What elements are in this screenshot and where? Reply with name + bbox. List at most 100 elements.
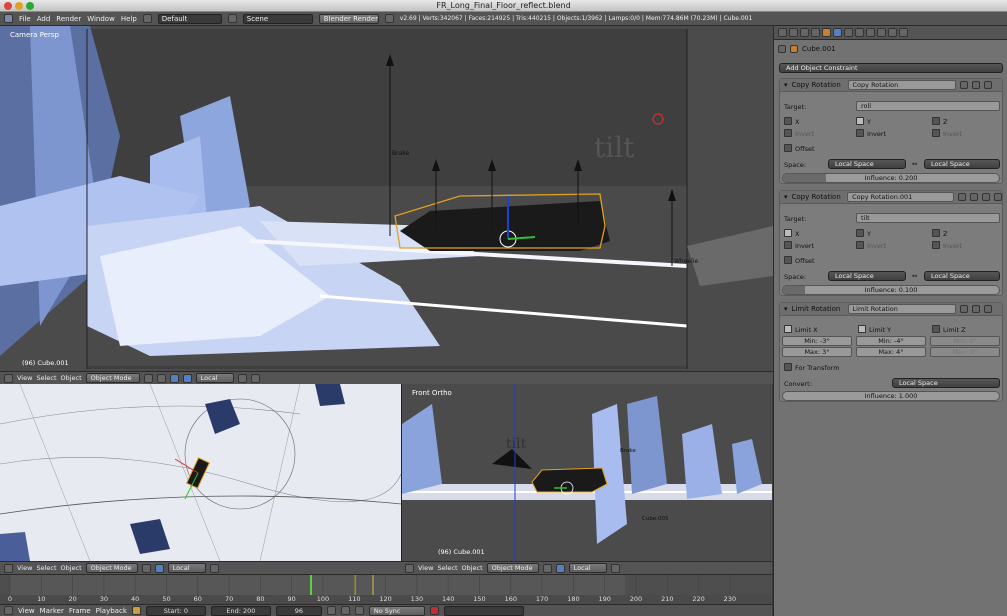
checkbox-y[interactable] (856, 229, 864, 237)
constraint-name-field[interactable]: Limit Rotation (847, 304, 956, 314)
particles-tab-icon[interactable] (888, 28, 897, 37)
zoom-window-icon[interactable] (26, 2, 34, 10)
min-x-field[interactable]: Min: -3° (782, 336, 852, 346)
expand-icon[interactable]: ▾ (784, 81, 788, 89)
top-menu-select[interactable]: Select (36, 564, 56, 572)
checkbox-y[interactable] (856, 117, 864, 125)
current-frame-field[interactable]: 96 (275, 605, 322, 616)
for-transform-checkbox[interactable] (784, 363, 792, 371)
timeline-menu-view[interactable]: View (18, 607, 35, 615)
render-preview-icon[interactable] (250, 373, 260, 383)
sync-select[interactable]: No Sync (368, 605, 425, 616)
invert-z-checkbox[interactable] (932, 241, 940, 249)
layout-field[interactable]: Default (157, 13, 222, 24)
owner-space-select[interactable]: Local Space (828, 159, 906, 169)
play-icon[interactable] (340, 606, 350, 615)
visibility-icon[interactable] (959, 81, 968, 89)
scene-field[interactable]: Scene (242, 13, 313, 24)
data-tab-icon[interactable] (855, 28, 864, 37)
front-orientation-select[interactable]: Local (568, 563, 607, 573)
keying-set-field[interactable] (443, 605, 524, 616)
menu-render[interactable]: Render (56, 15, 81, 23)
manipulator-icon[interactable] (169, 373, 179, 383)
target-field[interactable]: tilt (856, 213, 1000, 223)
move-up-icon[interactable] (970, 193, 979, 201)
record-icon[interactable] (429, 606, 439, 615)
shading-icon[interactable] (143, 373, 153, 383)
world-tab-icon[interactable] (811, 28, 820, 37)
scene-tab-icon[interactable] (800, 28, 809, 37)
front-mode-select[interactable]: Object Mode (486, 563, 539, 573)
render-tab-icon[interactable] (789, 28, 798, 37)
close-window-icon[interactable] (4, 2, 12, 10)
3d-viewport-top[interactable] (0, 384, 401, 561)
top-layers-icon[interactable] (209, 563, 219, 573)
checkbox-z[interactable] (932, 117, 940, 125)
timeline-menu-frame[interactable]: Frame (69, 607, 91, 615)
max-x-field[interactable]: Max: 3° (782, 347, 852, 357)
object-tab-icon[interactable] (822, 28, 831, 37)
menu-file[interactable]: File (19, 15, 31, 23)
invert-y-checkbox[interactable] (856, 241, 864, 249)
constraints-tab-icon[interactable] (833, 28, 842, 37)
editor-type-icon[interactable] (4, 14, 13, 23)
min-z-field[interactable]: Min: 0° (930, 336, 1000, 346)
menu-add[interactable]: Add (37, 15, 51, 23)
timeline-menu-marker[interactable]: Marker (40, 607, 64, 615)
menu-object[interactable]: Object (61, 374, 82, 382)
jump-start-icon[interactable] (326, 606, 336, 615)
limit-y-checkbox[interactable] (858, 325, 866, 333)
physics-tab-icon[interactable] (899, 28, 908, 37)
screen-layout-icon[interactable] (142, 14, 152, 23)
offset-checkbox[interactable] (784, 256, 792, 264)
offset-checkbox[interactable] (784, 144, 792, 152)
mode-select[interactable]: Object Mode (85, 373, 140, 383)
top-manipulator-icon[interactable] (154, 563, 164, 573)
front-editor-icon[interactable] (405, 563, 414, 573)
checkbox-x[interactable] (784, 229, 792, 237)
delete-constraint-icon[interactable] (983, 81, 992, 89)
menu-help[interactable]: Help (121, 15, 137, 23)
invert-x-checkbox[interactable] (784, 129, 792, 137)
delete-constraint-icon[interactable] (994, 193, 1003, 201)
expand-icon[interactable]: ▾ (784, 305, 788, 313)
front-manipulator-icon[interactable] (555, 563, 565, 573)
top-shading-icon[interactable] (141, 563, 151, 573)
material-tab-icon[interactable] (866, 28, 875, 37)
end-frame-field[interactable]: End: 200 (210, 605, 271, 616)
influence-slider[interactable]: Influence: 1.000 (782, 391, 1000, 401)
move-up-icon[interactable] (971, 305, 980, 313)
target-field[interactable]: roll (856, 101, 1000, 111)
max-y-field[interactable]: Max: 4° (856, 347, 926, 357)
constraint-name-field[interactable]: Copy Rotation (847, 80, 956, 90)
limit-x-checkbox[interactable] (784, 325, 792, 333)
move-up-icon[interactable] (971, 81, 980, 89)
top-mode-select[interactable]: Object Mode (85, 563, 138, 573)
constraint-name-field[interactable]: Copy Rotation.001 (847, 192, 955, 202)
top-orientation-select[interactable]: Local (167, 563, 206, 573)
move-down-icon[interactable] (982, 193, 991, 201)
top-editor-icon[interactable] (4, 563, 13, 573)
convert-space-select[interactable]: Local Space (892, 378, 1000, 388)
menu-view[interactable]: View (17, 374, 32, 382)
start-frame-field[interactable]: Start: 0 (145, 605, 206, 616)
top-menu-view[interactable]: View (17, 564, 32, 572)
checkbox-x[interactable] (784, 117, 792, 125)
viewport-editor-icon[interactable] (4, 373, 13, 383)
menu-select[interactable]: Select (36, 374, 56, 382)
front-shading-icon[interactable] (542, 563, 552, 573)
visibility-icon[interactable] (958, 193, 967, 201)
preview-range-icon[interactable] (131, 606, 141, 615)
top-menu-object[interactable]: Object (61, 564, 82, 572)
properties-editor-icon[interactable] (778, 28, 787, 37)
expand-icon[interactable]: ▾ (784, 193, 788, 201)
visibility-icon[interactable] (959, 305, 968, 313)
constraint-header[interactable]: ▾ Copy Rotation Copy Rotation.001 (780, 191, 1003, 204)
invert-y-checkbox[interactable] (856, 129, 864, 137)
render-engine-select[interactable]: Blender Render (318, 13, 379, 24)
timeline-editor-icon[interactable] (4, 606, 13, 615)
target-space-select[interactable]: Local Space (924, 159, 1000, 169)
front-layers-icon[interactable] (610, 563, 620, 573)
invert-z-checkbox[interactable] (932, 129, 940, 137)
pivot-icon[interactable] (156, 373, 166, 383)
